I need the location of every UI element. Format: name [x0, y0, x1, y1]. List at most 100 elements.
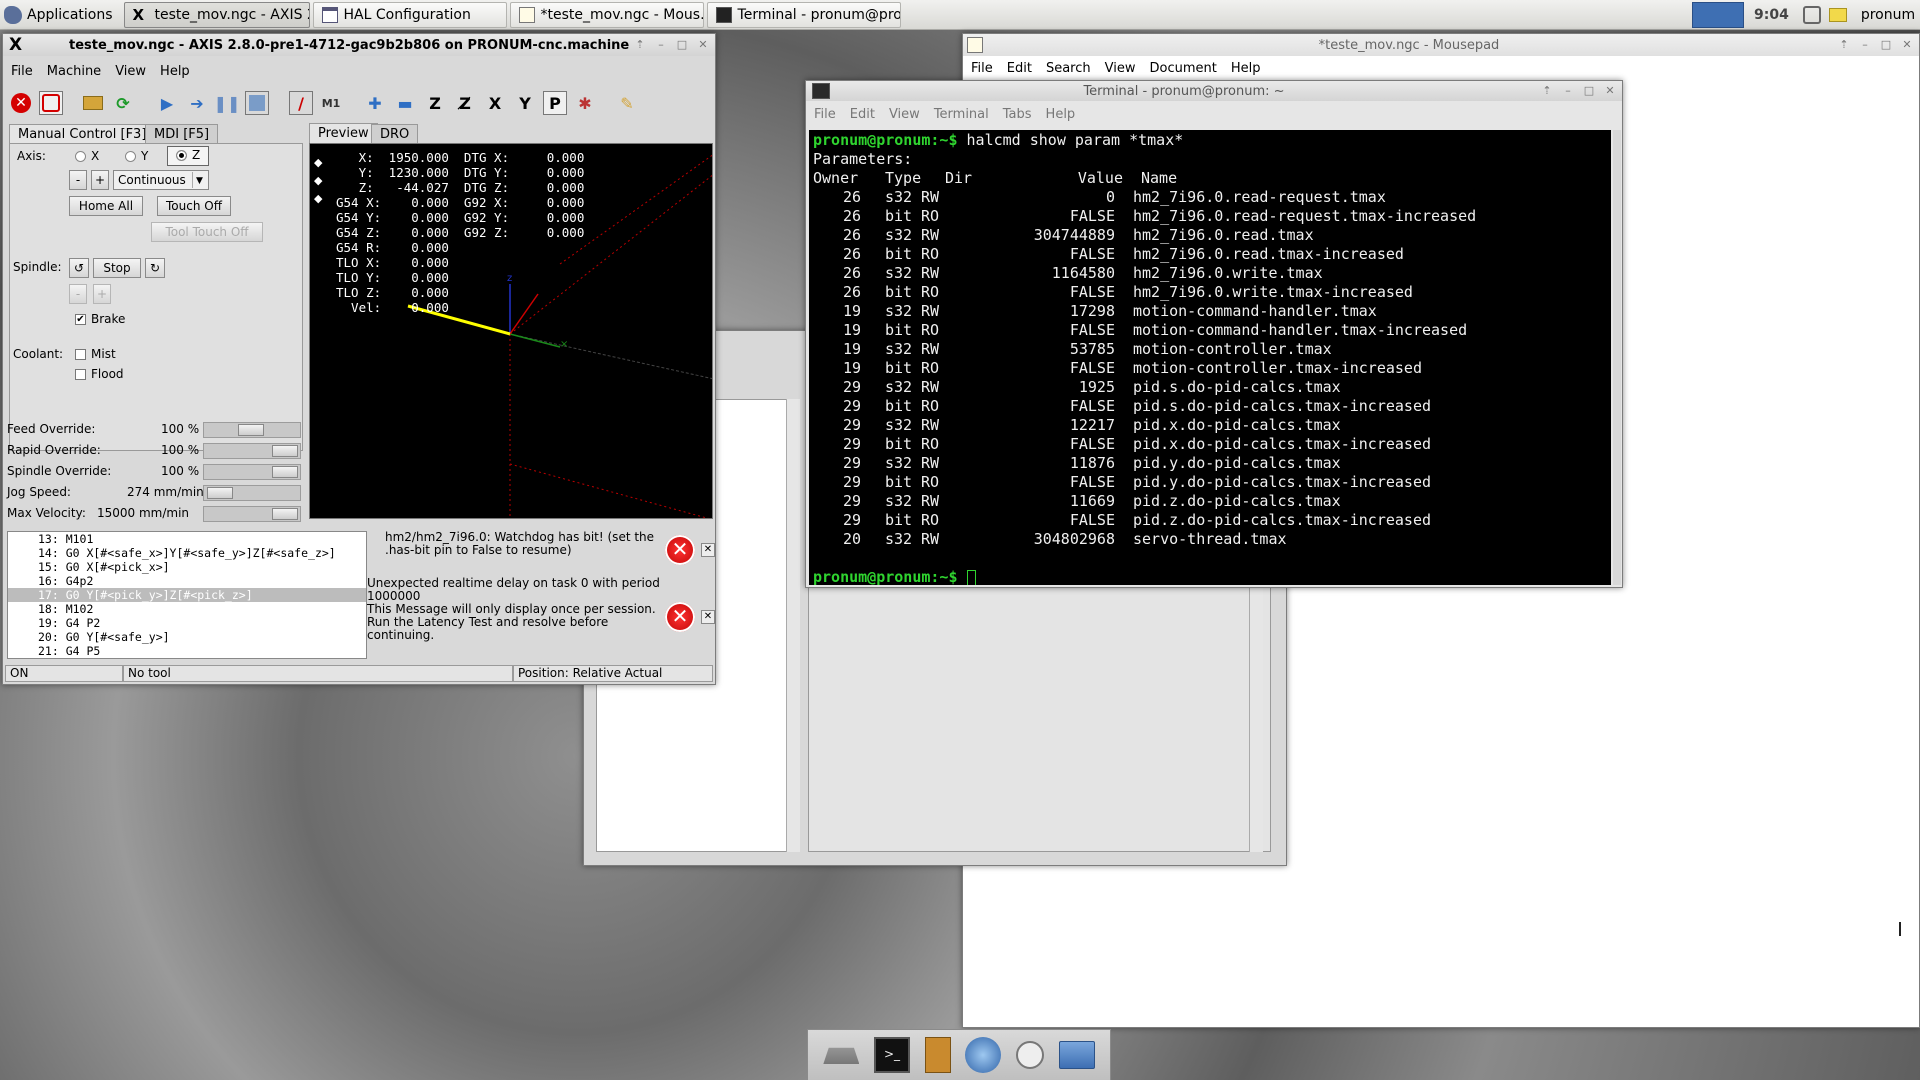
zoom-in-button[interactable]: ✚ [363, 91, 387, 115]
applications-menu[interactable]: Applications [0, 1, 121, 29]
menu-edit[interactable]: Edit [1007, 61, 1032, 76]
network-icon[interactable] [1802, 6, 1821, 24]
gcode-line[interactable]: 16: G4p2 [8, 574, 366, 588]
maximize-up-icon[interactable]: ⇡ [1835, 37, 1853, 53]
run-button[interactable]: ▶ [155, 91, 179, 115]
dismiss-message-button[interactable]: ✕ [701, 543, 715, 557]
notes-icon[interactable] [1828, 8, 1847, 22]
tab-preview[interactable]: Preview [309, 123, 378, 143]
menu-help[interactable]: Help [1046, 107, 1076, 122]
menu-terminal[interactable]: Terminal [934, 107, 989, 122]
jog-minus-button[interactable]: - [69, 170, 87, 190]
menu-view[interactable]: View [889, 107, 920, 122]
clock[interactable]: 9:04 [1754, 7, 1789, 23]
tool-touch-off-button[interactable]: Tool Touch Off [151, 222, 263, 242]
rapid-override-slider[interactable] [203, 443, 301, 459]
view-z-button[interactable]: Z [423, 91, 447, 115]
step-button[interactable]: ➔ [185, 91, 209, 115]
maximize-up-icon[interactable]: ⇡ [1538, 83, 1556, 99]
brake-checkbox[interactable]: ✔ [75, 314, 86, 325]
spindle-cw-button[interactable]: ↻ [145, 258, 165, 278]
block-delete-button[interactable]: / [289, 91, 313, 115]
menu-file[interactable]: File [11, 64, 33, 79]
terminal-scrollbar[interactable] [1613, 130, 1621, 585]
optional-stop-button[interactable]: M1 [319, 91, 343, 115]
slider-thumb[interactable] [272, 508, 298, 520]
gcode-line[interactable]: 14: G0 X[#<safe_x>]Y[#<safe_y>]Z[#<safe_… [8, 546, 366, 560]
menu-tabs[interactable]: Tabs [1003, 107, 1032, 122]
spindle-override-slider[interactable] [203, 464, 301, 480]
tab-mdi[interactable]: MDI [F5] [145, 124, 219, 144]
zoom-out-button[interactable]: ▬ [393, 91, 417, 115]
gcode-line[interactable]: 15: G0 X[#<pick_x>] [8, 560, 366, 574]
file-manager-launcher-icon[interactable] [924, 1037, 951, 1073]
gcode-listing[interactable]: 13: M101 14: G0 X[#<safe_x>]Y[#<safe_y>]Z… [7, 531, 367, 659]
stop-button[interactable] [245, 91, 269, 115]
terminal-output[interactable]: pronum@pronum:~$ halcmd show param *tmax… [809, 130, 1611, 585]
maximize-icon[interactable]: □ [1580, 83, 1598, 99]
menu-search[interactable]: Search [1046, 61, 1091, 76]
axis-z-radio[interactable] [176, 150, 187, 161]
close-icon[interactable]: ✕ [1601, 83, 1619, 99]
spindle-plus-button[interactable]: + [93, 284, 111, 304]
maximize-up-icon[interactable]: ⇡ [631, 37, 649, 53]
feed-override-slider[interactable] [203, 422, 301, 438]
view-z2-button[interactable]: Z̸ [453, 91, 477, 115]
reload-button[interactable]: ⟳ [111, 91, 135, 115]
slider-thumb[interactable] [238, 424, 264, 436]
taskbar-axis[interactable]: X teste_mov.ngc - AXIS 2... [123, 1, 310, 28]
flood-checkbox[interactable] [75, 369, 86, 380]
machine-power-button[interactable] [39, 91, 63, 115]
minimize-icon[interactable]: – [1856, 37, 1874, 53]
slider-thumb[interactable] [272, 466, 298, 478]
jog-speed-slider[interactable] [203, 485, 301, 501]
spindle-minus-button[interactable]: - [69, 284, 87, 304]
menu-help[interactable]: Help [160, 64, 190, 79]
menu-file[interactable]: File [971, 61, 993, 76]
toolpath-preview[interactable]: × z X: 1950.000 DTG X: 0.000 Y: 1230.000… [309, 143, 713, 519]
menu-view[interactable]: View [115, 64, 146, 79]
show-desktop-icon[interactable] [823, 1047, 860, 1064]
view-p-button[interactable]: P [543, 91, 567, 115]
gcode-line[interactable]: 13: M101 [8, 532, 366, 546]
axis-z-option[interactable]: Z [167, 146, 209, 166]
menu-help[interactable]: Help [1231, 61, 1261, 76]
menu-file[interactable]: File [814, 107, 836, 122]
mist-checkbox[interactable] [75, 349, 86, 360]
taskbar-mousepad[interactable]: *teste_mov.ngc - Mous... [509, 1, 704, 28]
tab-manual-control[interactable]: Manual Control [F3] [9, 124, 156, 144]
web-browser-icon[interactable] [965, 1037, 1002, 1073]
terminal-launcher-icon[interactable]: >_ [873, 1037, 910, 1073]
axis-x-radio[interactable] [75, 151, 86, 162]
workspace-switcher-icon[interactable] [1692, 2, 1744, 28]
gcode-line[interactable]: 21: G4 P5 [8, 644, 366, 658]
menu-document[interactable]: Document [1149, 61, 1216, 76]
spindle-stop-button[interactable]: Stop [93, 258, 141, 278]
max-velocity-slider[interactable] [203, 506, 301, 522]
close-icon[interactable]: ✕ [1898, 37, 1916, 53]
open-file-button[interactable] [81, 91, 105, 115]
slider-thumb[interactable] [207, 487, 233, 499]
touch-off-button[interactable]: Touch Off [157, 196, 231, 216]
gcode-line[interactable]: 18: M102 [8, 602, 366, 616]
clear-plot-button[interactable]: ✎ [615, 91, 639, 115]
dismiss-message-button[interactable]: ✕ [701, 610, 715, 624]
menu-machine[interactable]: Machine [47, 64, 101, 79]
folder-icon[interactable] [1058, 1041, 1095, 1069]
minimize-icon[interactable]: – [652, 37, 670, 53]
slider-thumb[interactable] [272, 445, 298, 457]
maximize-icon[interactable]: □ [1877, 37, 1895, 53]
taskbar-hal-configuration[interactable]: HAL Configuration [312, 1, 507, 28]
close-icon[interactable]: ✕ [694, 37, 712, 53]
axis-y-radio[interactable] [125, 151, 136, 162]
rotate-view-button[interactable]: ✱ [573, 91, 597, 115]
user-name[interactable]: pronum [1861, 7, 1915, 23]
home-all-button[interactable]: Home All [69, 196, 143, 216]
jog-plus-button[interactable]: + [91, 170, 109, 190]
app-finder-icon[interactable] [1015, 1041, 1044, 1069]
spindle-ccw-button[interactable]: ↺ [69, 258, 89, 278]
gcode-line[interactable]: 17: G0 Y[#<pick_y>]Z[#<pick_z>] [8, 588, 366, 602]
taskbar-terminal[interactable]: Terminal - pronum@pro... [706, 1, 901, 28]
tree-scrollbar[interactable] [786, 399, 800, 852]
menu-view[interactable]: View [1105, 61, 1136, 76]
